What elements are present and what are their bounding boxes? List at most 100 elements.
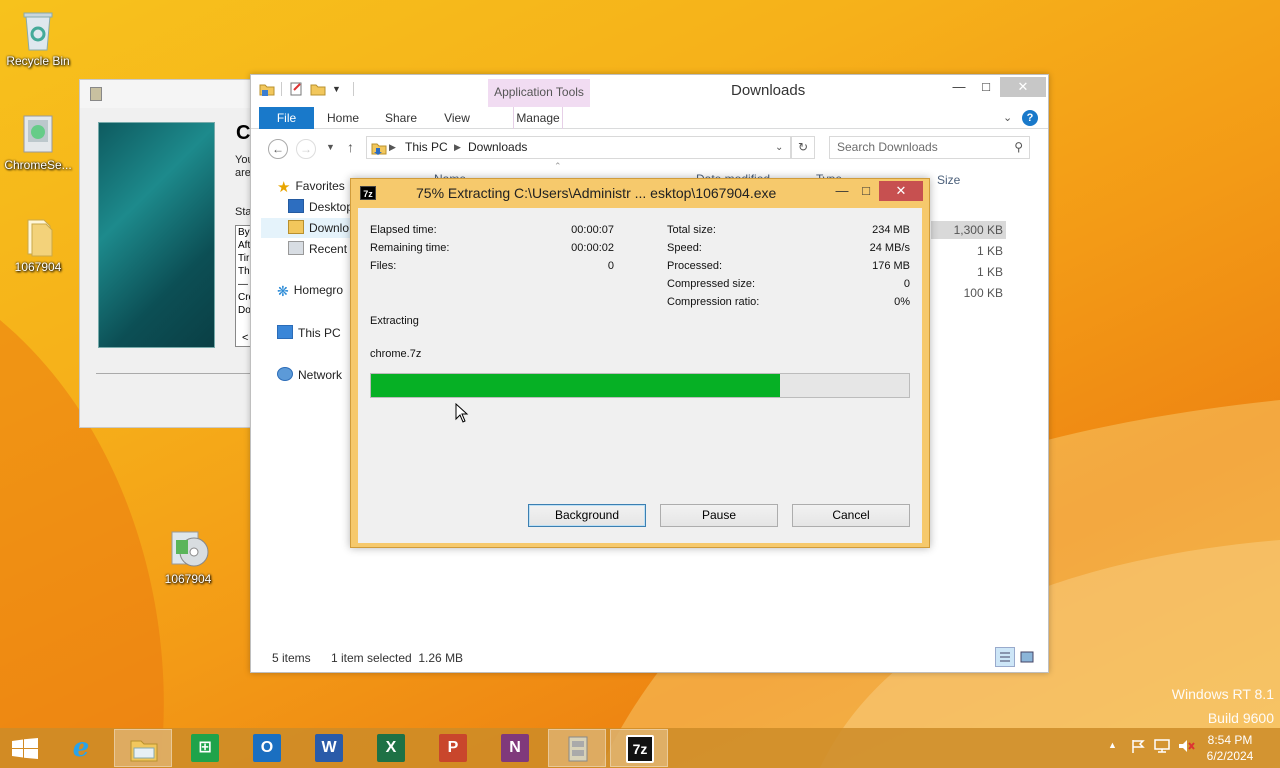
cancel-button[interactable]: Cancel: [792, 504, 910, 527]
address-dropdown-icon[interactable]: ⌄: [775, 137, 783, 158]
refresh-icon[interactable]: ↻: [791, 136, 815, 159]
nav-item-desktop[interactable]: Desktop: [288, 199, 353, 214]
folder-icon[interactable]: [259, 81, 275, 97]
tab-file[interactable]: File: [259, 107, 314, 129]
breadcrumb-separator-icon: ▶: [389, 142, 396, 152]
taskbar-powerpoint[interactable]: P: [424, 729, 482, 767]
taskbar-outlook[interactable]: O: [238, 729, 296, 767]
properties-icon[interactable]: [288, 81, 304, 97]
breadcrumb-this-pc[interactable]: This PC: [405, 137, 448, 158]
close-button[interactable]: ✕: [1000, 77, 1046, 97]
installer-banner-image: [98, 122, 215, 348]
7zip-client-area: Elapsed time: 00:00:07 Remaining time: 0…: [358, 208, 922, 543]
recent-locations-icon[interactable]: ▼: [326, 142, 335, 152]
search-icon: ⚲: [1014, 140, 1023, 154]
help-icon[interactable]: ?: [1022, 110, 1038, 126]
windows-logo-icon: [12, 738, 38, 759]
taskbar-word[interactable]: W: [300, 729, 358, 767]
tab-home[interactable]: Home: [323, 107, 363, 129]
computer-icon: [277, 325, 293, 339]
forward-arrow-icon[interactable]: →: [296, 139, 316, 159]
tab-share[interactable]: Share: [381, 107, 421, 129]
speed-label: Speed:: [667, 242, 702, 254]
nav-item-homegroup[interactable]: ❋ Homegro: [277, 283, 343, 299]
excel-icon: X: [377, 734, 405, 762]
taskbar-file-explorer[interactable]: [114, 729, 172, 767]
up-arrow-icon[interactable]: ↑: [347, 139, 354, 155]
background-button[interactable]: Background: [528, 504, 646, 527]
quick-access-toolbar: ▼: [259, 81, 354, 97]
nav-item-this-pc[interactable]: This PC: [277, 325, 341, 340]
homegroup-icon: ❋: [277, 283, 289, 299]
taskbar-clock[interactable]: 8:54 PM 6/2/2024: [1190, 732, 1270, 764]
star-icon: ★: [277, 179, 291, 196]
search-input[interactable]: Search Downloads ⚲: [829, 136, 1030, 159]
taskbar-installer[interactable]: [548, 729, 606, 767]
nav-label: Network: [298, 368, 343, 382]
remaining-time-value: 00:00:02: [571, 242, 614, 254]
large-icons-view-icon[interactable]: [1017, 647, 1037, 667]
nav-item-downloads[interactable]: Downlo: [261, 218, 351, 238]
installer-app-icon: [90, 87, 102, 101]
taskbar-7zip[interactable]: 7z: [610, 729, 668, 767]
tab-view[interactable]: View: [437, 107, 477, 129]
taskbar-ie[interactable]: e: [52, 729, 110, 767]
word-icon: W: [315, 734, 343, 762]
files-value: 0: [607, 260, 614, 272]
os-build-watermark: Build 9600: [1207, 710, 1274, 726]
taskbar-store[interactable]: ⊞: [176, 729, 234, 767]
desktop-icon-installer-1067904[interactable]: 1067904: [150, 526, 226, 586]
installer-icon: [568, 736, 588, 762]
installer-window[interactable]: C You are Sta By Aft Tir Th — Cre Do <: [79, 79, 255, 428]
7zip-title: 75% Extracting C:\Users\Administr ... es…: [416, 185, 777, 201]
scroll-left-arrow[interactable]: <: [240, 332, 248, 345]
show-hidden-icons-icon[interactable]: ▲: [1108, 740, 1117, 750]
customize-dropdown-icon[interactable]: ▼: [332, 84, 341, 94]
maximize-button[interactable]: □: [973, 77, 999, 97]
taskbar-excel[interactable]: X: [362, 729, 420, 767]
7zip-extract-dialog[interactable]: 7z 75% Extracting C:\Users\Administr ...…: [350, 178, 930, 548]
taskbar-onenote[interactable]: N: [486, 729, 544, 767]
address-bar[interactable]: ▶ This PC ▶ Downloads ⌄: [366, 136, 791, 159]
new-folder-icon[interactable]: [310, 81, 326, 97]
compressed-size-label: Compressed size:: [667, 278, 756, 290]
maximize-button[interactable]: □: [853, 181, 879, 201]
extraction-progress-bar: [370, 373, 910, 398]
desktop-icon-folder-1067904[interactable]: 1067904: [0, 214, 76, 274]
processed-label: Processed:: [667, 260, 723, 272]
tab-manage[interactable]: Manage: [513, 107, 563, 129]
installer-titlebar[interactable]: [80, 80, 253, 108]
file-size: 1,300 KB: [953, 223, 1003, 237]
minimize-button[interactable]: —: [829, 181, 855, 201]
close-button[interactable]: ✕: [879, 181, 923, 201]
desktop-icon-recycle-bin[interactable]: Recycle Bin: [0, 8, 76, 68]
selection-info: 1 item selected 1.26 MB: [331, 651, 464, 665]
7zip-titlebar[interactable]: 7z 75% Extracting C:\Users\Administr ...…: [351, 179, 929, 209]
breadcrumb-downloads[interactable]: Downloads: [468, 137, 527, 158]
desktop-icon-chromesetup[interactable]: ChromeSe...: [0, 112, 76, 172]
file-size: 1 KB: [976, 265, 1003, 279]
expand-ribbon-icon[interactable]: ⌄: [1003, 111, 1012, 124]
nav-item-network[interactable]: Network: [277, 367, 342, 382]
downloads-folder-icon: [288, 220, 304, 234]
navigation-pane: ★ Favorites Desktop Downlo Recent p ❋ Home…: [251, 170, 357, 650]
column-header-size[interactable]: Size: [937, 173, 960, 187]
minimize-button[interactable]: —: [946, 77, 972, 97]
details-view-icon[interactable]: [995, 647, 1015, 667]
network-icon[interactable]: [1153, 738, 1171, 757]
application-tools-context-tab: Application Tools: [488, 79, 590, 107]
powerpoint-icon: P: [439, 734, 467, 762]
operation-label: Extracting: [370, 315, 419, 327]
nav-item-favorites[interactable]: ★ Favorites: [277, 178, 345, 196]
action-center-flag-icon[interactable]: [1130, 738, 1146, 757]
os-version-watermark: Windows RT 8.1: [1171, 686, 1274, 702]
installer-text-line: are: [235, 167, 251, 179]
back-arrow-icon[interactable]: ←: [268, 139, 288, 159]
file-size: 1 KB: [976, 244, 1003, 258]
elapsed-time-label: Elapsed time:: [370, 224, 437, 236]
start-button[interactable]: [0, 729, 50, 767]
explorer-titlebar[interactable]: ▼ Application Tools Downloads — □ ✕: [251, 75, 1048, 107]
sort-ascending-icon: ⌃: [554, 161, 562, 171]
nav-item-recent-places[interactable]: Recent p: [288, 241, 357, 256]
pause-button[interactable]: Pause: [660, 504, 778, 527]
